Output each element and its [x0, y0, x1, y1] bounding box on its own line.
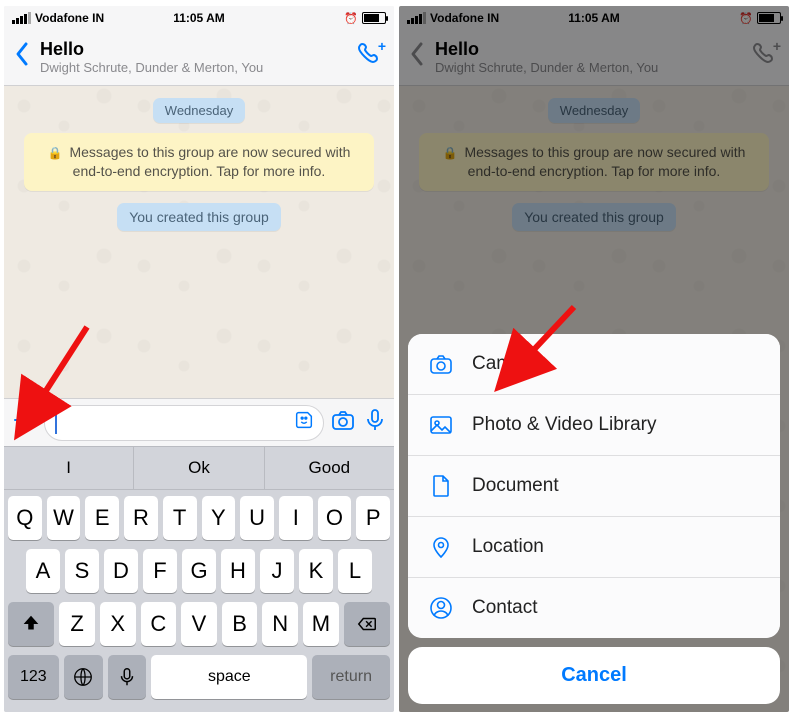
- sticker-icon[interactable]: [293, 409, 315, 436]
- camera-button[interactable]: [330, 407, 356, 438]
- sheet-item-contact[interactable]: Contact: [408, 578, 780, 638]
- phone-right: Vodafone IN 11:05 AM ⏰ Hello Dwight Schr…: [399, 6, 789, 712]
- alarm-icon: ⏰: [344, 12, 358, 25]
- date-pill: Wednesday: [153, 98, 245, 123]
- sheet-item-photo-library[interactable]: Photo & Video Library: [408, 395, 780, 456]
- key-a[interactable]: A: [26, 549, 60, 593]
- voice-button[interactable]: [362, 407, 388, 438]
- contact-icon: [428, 595, 454, 621]
- key-e[interactable]: E: [85, 496, 119, 540]
- sheet-label: Photo & Video Library: [472, 414, 657, 436]
- key-x[interactable]: X: [100, 602, 136, 646]
- key-c[interactable]: C: [141, 602, 177, 646]
- key-w[interactable]: W: [47, 496, 81, 540]
- key-q[interactable]: Q: [8, 496, 42, 540]
- lock-icon: 🔒: [48, 146, 63, 160]
- sheet-label: Location: [472, 536, 544, 558]
- key-y[interactable]: Y: [202, 496, 236, 540]
- chat-title-area[interactable]: Hello Dwight Schrute, Dunder & Merton, Y…: [40, 39, 356, 75]
- status-bar: Vodafone IN 11:05 AM ⏰: [4, 6, 394, 28]
- chat-header: Hello Dwight Schrute, Dunder & Merton, Y…: [4, 28, 394, 86]
- phone-left: Vodafone IN 11:05 AM ⏰ Hello Dwight Schr…: [4, 6, 394, 712]
- key-delete[interactable]: [344, 602, 390, 646]
- key-o[interactable]: O: [318, 496, 352, 540]
- chat-title: Hello: [40, 39, 356, 60]
- key-k[interactable]: K: [299, 549, 333, 593]
- key-m[interactable]: M: [303, 602, 339, 646]
- key-h[interactable]: H: [221, 549, 255, 593]
- key-n[interactable]: N: [262, 602, 298, 646]
- quicktype-bar: I Ok Good: [4, 446, 394, 490]
- key-d[interactable]: D: [104, 549, 138, 593]
- key-return[interactable]: return: [312, 655, 390, 699]
- encryption-text: Messages to this group are now secured w…: [69, 144, 350, 179]
- carrier-label: Vodafone IN: [35, 11, 104, 25]
- key-dictation[interactable]: [108, 655, 147, 699]
- key-u[interactable]: U: [240, 496, 274, 540]
- prediction-0[interactable]: I: [4, 447, 134, 489]
- annotation-arrow-left: [32, 322, 102, 417]
- chat-subtitle: Dwight Schrute, Dunder & Merton, You: [40, 60, 356, 75]
- chat-body[interactable]: Wednesday 🔒 Messages to this group are n…: [4, 86, 394, 231]
- key-g[interactable]: G: [182, 549, 216, 593]
- key-r[interactable]: R: [124, 496, 158, 540]
- call-button[interactable]: +: [356, 40, 384, 73]
- camera-icon: [428, 351, 454, 377]
- key-globe[interactable]: [64, 655, 103, 699]
- keyboard: Q W E R T Y U I O P A S D F G H: [4, 490, 394, 712]
- battery-icon: [362, 12, 386, 24]
- call-add-badge: +: [378, 38, 386, 54]
- annotation-arrow-right: [519, 302, 589, 377]
- bottom-area: I Ok Good Q W E R T Y U I O P A: [4, 398, 394, 712]
- document-icon: [428, 473, 454, 499]
- sheet-label: Contact: [472, 597, 537, 619]
- sheet-item-document[interactable]: Document: [408, 456, 780, 517]
- key-f[interactable]: F: [143, 549, 177, 593]
- key-i[interactable]: I: [279, 496, 313, 540]
- key-l[interactable]: L: [338, 549, 372, 593]
- key-v[interactable]: V: [181, 602, 217, 646]
- encryption-notice[interactable]: 🔒 Messages to this group are now secured…: [24, 133, 374, 191]
- key-123[interactable]: 123: [8, 655, 59, 699]
- key-z[interactable]: Z: [59, 602, 95, 646]
- group-created-pill: You created this group: [117, 203, 281, 231]
- key-p[interactable]: P: [356, 496, 390, 540]
- prediction-2[interactable]: Good: [265, 447, 394, 489]
- location-icon: [428, 534, 454, 560]
- prediction-1[interactable]: Ok: [134, 447, 264, 489]
- status-time: 11:05 AM: [173, 11, 225, 25]
- cell-signal-icon: [12, 12, 31, 24]
- key-shift[interactable]: [8, 602, 54, 646]
- sheet-group: Camera Photo & Video Library Document: [408, 334, 780, 638]
- attachment-sheet: Camera Photo & Video Library Document: [408, 334, 780, 704]
- sheet-label: Document: [472, 475, 559, 497]
- sheet-item-location[interactable]: Location: [408, 517, 780, 578]
- back-button[interactable]: [14, 40, 30, 73]
- sheet-cancel-button[interactable]: Cancel: [408, 647, 780, 704]
- photo-icon: [428, 412, 454, 438]
- key-b[interactable]: B: [222, 602, 258, 646]
- key-t[interactable]: T: [163, 496, 197, 540]
- key-j[interactable]: J: [260, 549, 294, 593]
- sheet-item-camera[interactable]: Camera: [408, 334, 780, 395]
- key-s[interactable]: S: [65, 549, 99, 593]
- key-space[interactable]: space: [151, 655, 307, 699]
